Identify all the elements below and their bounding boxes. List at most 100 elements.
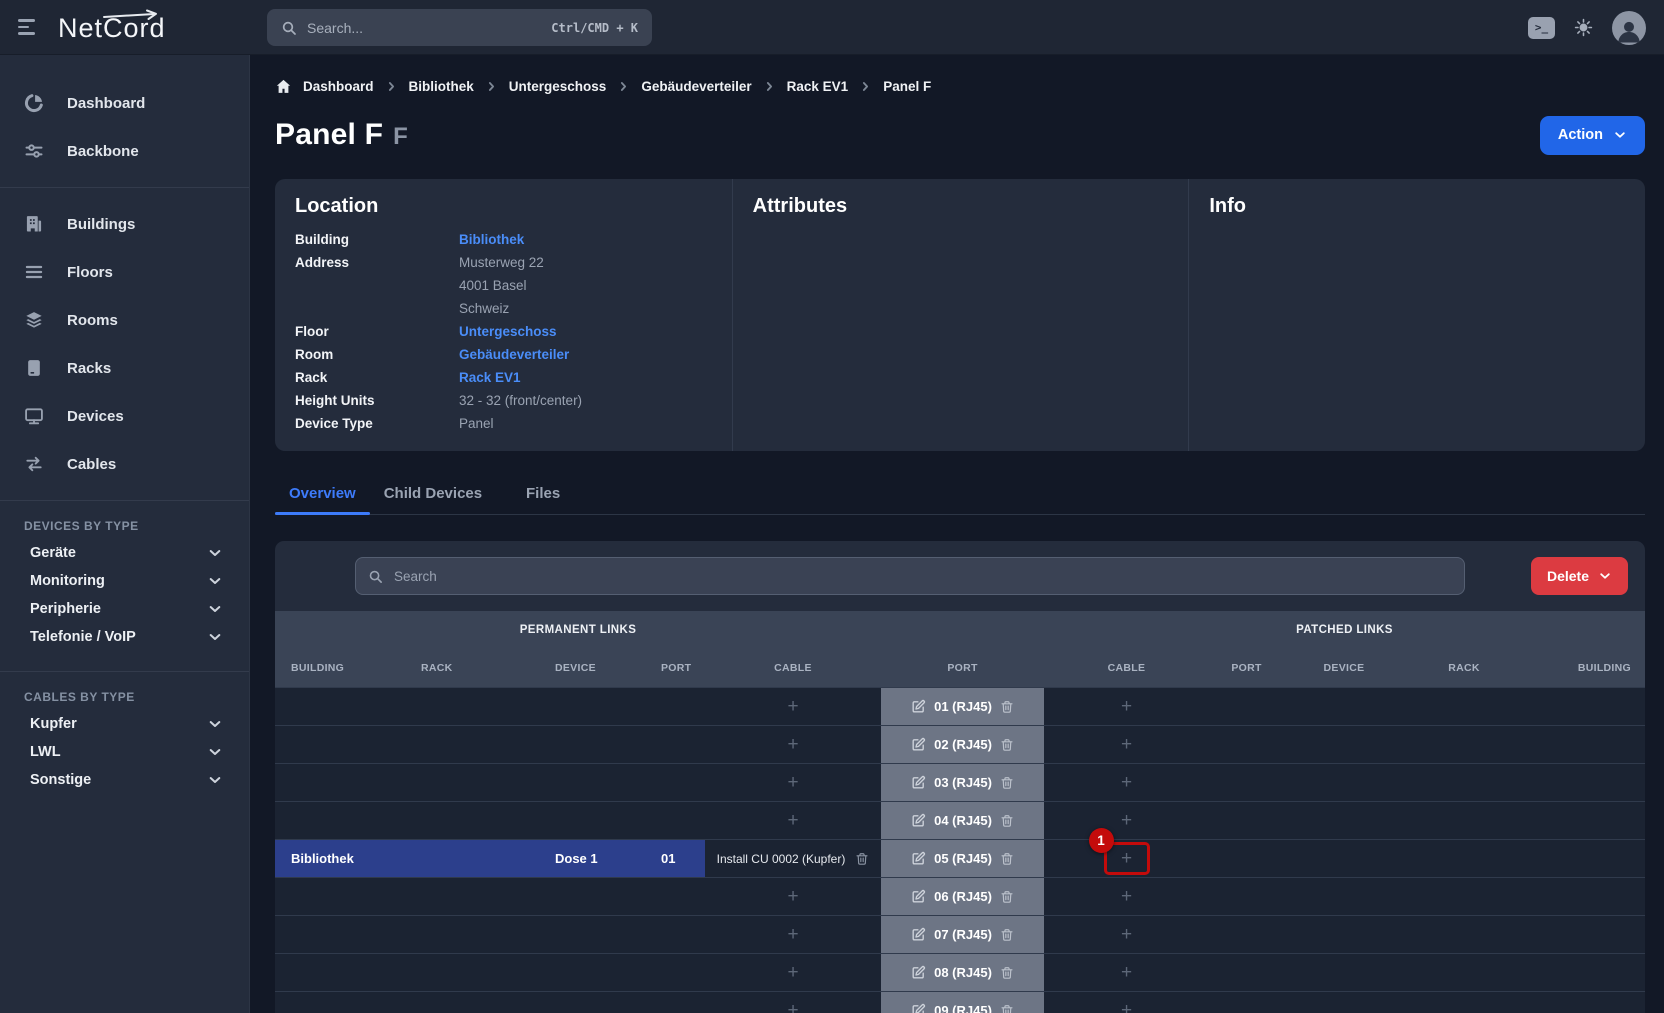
edit-icon[interactable] xyxy=(911,965,926,980)
cell-permanent-cable: + xyxy=(705,764,881,801)
breadcrumb-item-panel-f: Panel F xyxy=(883,79,931,94)
field-value[interactable]: Untergeschoss xyxy=(459,320,557,343)
port-button[interactable]: 04 (RJ45) xyxy=(881,802,1044,839)
field-value: Schweiz xyxy=(459,297,509,320)
tab-files[interactable]: Files xyxy=(496,475,590,514)
breadcrumb-item-dashboard[interactable]: Dashboard xyxy=(303,79,374,94)
edit-icon[interactable] xyxy=(911,699,926,714)
plus-icon[interactable]: + xyxy=(1121,1001,1132,1013)
location-title: Location xyxy=(295,195,712,218)
chevron-right-icon xyxy=(763,80,776,93)
cables-icon xyxy=(24,454,44,474)
sidebar-item-backbone[interactable]: Backbone xyxy=(0,127,249,175)
trash-icon[interactable] xyxy=(1000,776,1014,790)
breadcrumb-item-bibliothek[interactable]: Bibliothek xyxy=(409,79,474,94)
sidebar-type-sonstige[interactable]: Sonstige xyxy=(0,766,249,794)
port-button[interactable]: 03 (RJ45) xyxy=(881,764,1044,801)
port-label: 01 (RJ45) xyxy=(934,699,992,714)
port-button[interactable]: 06 (RJ45) xyxy=(881,878,1044,915)
plus-icon[interactable]: + xyxy=(787,773,798,792)
trash-icon[interactable] xyxy=(1000,852,1014,866)
plus-icon[interactable]: + xyxy=(787,887,798,906)
field-value[interactable]: Gebäudeverteiler xyxy=(459,343,569,366)
sidebar-type-telefonie-voip[interactable]: Telefonie / VoIP xyxy=(0,623,249,651)
sidebar-type-peripherie[interactable]: Peripherie xyxy=(0,595,249,623)
edit-icon[interactable] xyxy=(911,851,926,866)
breadcrumb-item-rack-ev1[interactable]: Rack EV1 xyxy=(787,79,849,94)
edit-icon[interactable] xyxy=(911,889,926,904)
field-value: 32 - 32 (front/center) xyxy=(459,389,582,412)
sidebar-item-floors[interactable]: Floors xyxy=(0,248,249,296)
tab-overview[interactable]: Overview xyxy=(275,475,370,514)
trash-icon[interactable] xyxy=(1000,814,1014,828)
table-search-input[interactable] xyxy=(392,568,1452,585)
edit-icon[interactable] xyxy=(911,813,926,828)
cell-patched-device xyxy=(1284,954,1404,991)
port-button[interactable]: 09 (RJ45) xyxy=(881,992,1044,1013)
sidebar-type-monitoring[interactable]: Monitoring xyxy=(0,567,249,595)
field-value[interactable]: Rack EV1 xyxy=(459,366,521,389)
sidebar-type-kupfer[interactable]: Kupfer xyxy=(0,710,249,738)
sidebar-item-buildings[interactable]: Buildings xyxy=(0,200,249,248)
breadcrumb-item-untergeschoss[interactable]: Untergeschoss xyxy=(509,79,607,94)
sidebar-item-racks[interactable]: Racks xyxy=(0,344,249,392)
port-button[interactable]: 01 (RJ45) xyxy=(881,688,1044,725)
trash-icon[interactable] xyxy=(1000,1004,1014,1013)
plus-icon[interactable]: + xyxy=(1121,773,1132,792)
cell-patched-rack xyxy=(1404,802,1524,839)
plus-icon[interactable]: + xyxy=(787,697,798,716)
port-button[interactable]: 07 (RJ45) xyxy=(881,916,1044,953)
sidebar-item-rooms[interactable]: Rooms xyxy=(0,296,249,344)
chevron-down-icon xyxy=(207,629,223,645)
delete-button[interactable]: Delete xyxy=(1531,557,1628,595)
trash-icon[interactable] xyxy=(1000,738,1014,752)
edit-icon[interactable] xyxy=(911,737,926,752)
breadcrumb-item-geb-udeverteiler[interactable]: Gebäudeverteiler xyxy=(641,79,751,94)
port-button[interactable]: 02 (RJ45) xyxy=(881,726,1044,763)
plus-icon[interactable]: + xyxy=(787,811,798,830)
rack-icon xyxy=(24,358,44,378)
trash-icon[interactable] xyxy=(1000,928,1014,942)
sidebar-item-cables[interactable]: Cables xyxy=(0,440,249,488)
edit-icon[interactable] xyxy=(911,1003,926,1013)
plus-icon[interactable]: + xyxy=(1121,697,1132,716)
action-button[interactable]: Action xyxy=(1540,116,1645,155)
plus-icon[interactable]: + xyxy=(1121,849,1132,868)
plus-icon[interactable]: + xyxy=(1121,887,1132,906)
theme-sun-icon[interactable] xyxy=(1574,18,1593,37)
cable-label[interactable]: Install CU 0002 (Kupfer) xyxy=(717,852,846,866)
plus-icon[interactable]: + xyxy=(1121,811,1132,830)
terminal-icon[interactable]: >_ xyxy=(1528,17,1555,39)
global-search-input[interactable]: Search... Ctrl/CMD + K xyxy=(267,9,652,46)
sidebar-item-devices[interactable]: Devices xyxy=(0,392,249,440)
port-button[interactable]: 08 (RJ45) xyxy=(881,954,1044,991)
user-avatar[interactable] xyxy=(1612,11,1646,45)
group-header-patched-links: PATCHED LINKS xyxy=(1044,611,1645,649)
sidebar-type-ger-te[interactable]: Geräte xyxy=(0,539,249,567)
plus-icon[interactable]: + xyxy=(1121,963,1132,982)
plus-icon[interactable]: + xyxy=(787,735,798,754)
field-value[interactable]: Bibliothek xyxy=(459,228,524,251)
home-icon[interactable] xyxy=(275,78,292,95)
plus-icon[interactable]: + xyxy=(787,1001,798,1013)
attributes-panel: Attributes xyxy=(732,179,1189,451)
trash-icon[interactable] xyxy=(1000,700,1014,714)
sidebar-item-dashboard[interactable]: Dashboard xyxy=(0,79,249,127)
trash-icon[interactable] xyxy=(855,852,869,866)
tab-child-devices[interactable]: Child Devices xyxy=(370,475,496,514)
location-field: Schweiz xyxy=(295,297,712,320)
plus-icon[interactable]: + xyxy=(1121,925,1132,944)
trash-icon[interactable] xyxy=(1000,966,1014,980)
menu-toggle-button[interactable] xyxy=(18,19,38,35)
edit-icon[interactable] xyxy=(911,775,926,790)
cell-building xyxy=(275,916,405,953)
trash-icon[interactable] xyxy=(1000,890,1014,904)
plus-icon[interactable]: + xyxy=(787,925,798,944)
port-button[interactable]: 05 (RJ45) xyxy=(881,840,1044,877)
sidebar-type-lwl[interactable]: LWL xyxy=(0,738,249,766)
table-search[interactable] xyxy=(355,557,1465,595)
edit-icon[interactable] xyxy=(911,927,926,942)
plus-icon[interactable]: + xyxy=(787,963,798,982)
plus-icon[interactable]: + xyxy=(1121,735,1132,754)
sidebar-item-label: Devices xyxy=(67,408,124,425)
